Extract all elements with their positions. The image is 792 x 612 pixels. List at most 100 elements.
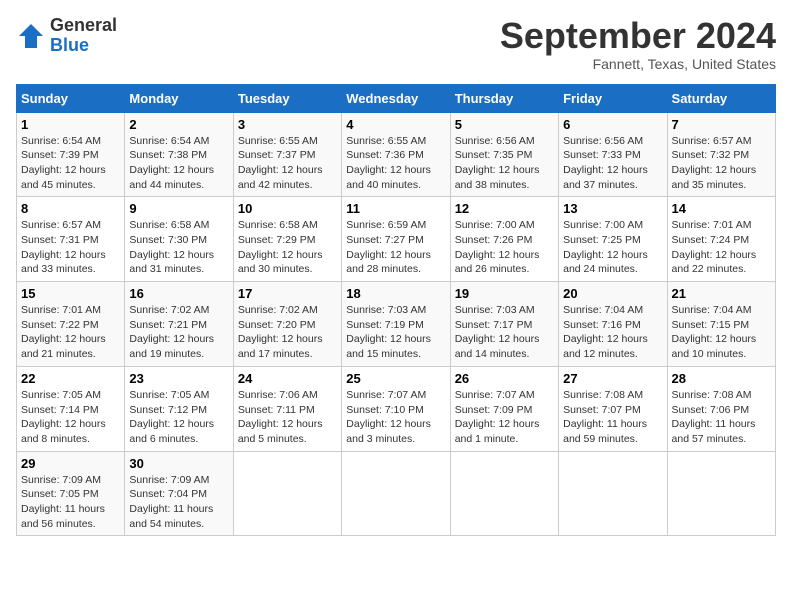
day-number: 4 (346, 117, 445, 132)
day-info: Sunrise: 7:05 AM Sunset: 7:14 PM Dayligh… (21, 388, 120, 447)
calendar-cell: 6 Sunrise: 6:56 AM Sunset: 7:33 PM Daylig… (559, 112, 667, 197)
day-info: Sunrise: 7:06 AM Sunset: 7:11 PM Dayligh… (238, 388, 337, 447)
week-row-2: 8Sunrise: 6:57 AM Sunset: 7:31 PM Daylig… (17, 197, 776, 282)
day-number: 10 (238, 201, 337, 216)
logo-icon (16, 21, 46, 51)
calendar-cell (559, 451, 667, 536)
calendar-cell: 10Sunrise: 6:58 AM Sunset: 7:29 PM Dayli… (233, 197, 341, 282)
calendar-cell: 13Sunrise: 7:00 AM Sunset: 7:25 PM Dayli… (559, 197, 667, 282)
day-number: 13 (563, 201, 662, 216)
day-info: Sunrise: 6:54 AM Sunset: 7:38 PM Dayligh… (129, 134, 228, 193)
day-info: Sunrise: 6:56 AM Sunset: 7:35 PM Dayligh… (455, 134, 554, 193)
calendar-cell: 15Sunrise: 7:01 AM Sunset: 7:22 PM Dayli… (17, 282, 125, 367)
day-number: 30 (129, 456, 228, 471)
day-number: 3 (238, 117, 337, 132)
week-row-4: 22 Sunrise: 7:05 AM Sunset: 7:14 PM Dayli… (17, 366, 776, 451)
calendar-cell (450, 451, 558, 536)
day-info: Sunrise: 6:55 AM Sunset: 7:36 PM Dayligh… (346, 134, 445, 193)
calendar-cell: 4 Sunrise: 6:55 AM Sunset: 7:36 PM Daylig… (342, 112, 450, 197)
calendar-cell: 25 Sunrise: 7:07 AM Sunset: 7:10 PM Dayli… (342, 366, 450, 451)
calendar-table: SundayMondayTuesdayWednesdayThursdayFrid… (16, 84, 776, 537)
calendar-cell: 22 Sunrise: 7:05 AM Sunset: 7:14 PM Dayli… (17, 366, 125, 451)
day-info: Sunrise: 7:09 AM Sunset: 7:05 PM Dayligh… (21, 473, 120, 532)
day-info: Sunrise: 7:03 AM Sunset: 7:17 PM Dayligh… (455, 303, 554, 362)
day-number: 27 (563, 371, 662, 386)
weekday-header-saturday: Saturday (667, 84, 775, 112)
day-info: Sunrise: 7:01 AM Sunset: 7:24 PM Dayligh… (672, 218, 771, 277)
calendar-cell: 11 Sunrise: 6:59 AM Sunset: 7:27 PM Dayli… (342, 197, 450, 282)
day-number: 19 (455, 286, 554, 301)
day-info: Sunrise: 7:04 AM Sunset: 7:15 PM Dayligh… (672, 303, 771, 362)
week-row-1: 1Sunrise: 6:54 AM Sunset: 7:39 PM Daylig… (17, 112, 776, 197)
weekday-header-sunday: Sunday (17, 84, 125, 112)
day-info: Sunrise: 6:57 AM Sunset: 7:32 PM Dayligh… (672, 134, 771, 193)
day-info: Sunrise: 7:02 AM Sunset: 7:21 PM Dayligh… (129, 303, 228, 362)
day-number: 28 (672, 371, 771, 386)
calendar-cell: 9Sunrise: 6:58 AM Sunset: 7:30 PM Daylig… (125, 197, 233, 282)
day-number: 21 (672, 286, 771, 301)
day-number: 20 (563, 286, 662, 301)
day-number: 2 (129, 117, 228, 132)
calendar-cell: 21 Sunrise: 7:04 AM Sunset: 7:15 PM Dayli… (667, 282, 775, 367)
calendar-cell: 30 Sunrise: 7:09 AM Sunset: 7:04 PM Dayli… (125, 451, 233, 536)
calendar-cell: 16 Sunrise: 7:02 AM Sunset: 7:21 PM Dayli… (125, 282, 233, 367)
day-number: 12 (455, 201, 554, 216)
day-info: Sunrise: 7:08 AM Sunset: 7:07 PM Dayligh… (563, 388, 662, 447)
calendar-cell: 7Sunrise: 6:57 AM Sunset: 7:32 PM Daylig… (667, 112, 775, 197)
day-number: 25 (346, 371, 445, 386)
day-info: Sunrise: 7:00 AM Sunset: 7:26 PM Dayligh… (455, 218, 554, 277)
calendar-cell: 19 Sunrise: 7:03 AM Sunset: 7:17 PM Dayli… (450, 282, 558, 367)
day-number: 14 (672, 201, 771, 216)
day-info: Sunrise: 7:09 AM Sunset: 7:04 PM Dayligh… (129, 473, 228, 532)
calendar-cell: 18 Sunrise: 7:03 AM Sunset: 7:19 PM Dayli… (342, 282, 450, 367)
calendar-cell: 29 Sunrise: 7:09 AM Sunset: 7:05 PM Dayli… (17, 451, 125, 536)
day-number: 11 (346, 201, 445, 216)
day-number: 29 (21, 456, 120, 471)
day-info: Sunrise: 7:02 AM Sunset: 7:20 PM Dayligh… (238, 303, 337, 362)
calendar-cell: 26 Sunrise: 7:07 AM Sunset: 7:09 PM Dayli… (450, 366, 558, 451)
title-block: September 2024 Fannett, Texas, United St… (500, 16, 776, 72)
day-info: Sunrise: 7:05 AM Sunset: 7:12 PM Dayligh… (129, 388, 228, 447)
day-info: Sunrise: 7:03 AM Sunset: 7:19 PM Dayligh… (346, 303, 445, 362)
day-info: Sunrise: 6:59 AM Sunset: 7:27 PM Dayligh… (346, 218, 445, 277)
day-number: 26 (455, 371, 554, 386)
day-number: 1 (21, 117, 120, 132)
day-number: 24 (238, 371, 337, 386)
month-title: September 2024 (500, 16, 776, 56)
day-info: Sunrise: 7:08 AM Sunset: 7:06 PM Dayligh… (672, 388, 771, 447)
calendar-cell: 14 Sunrise: 7:01 AM Sunset: 7:24 PM Dayli… (667, 197, 775, 282)
calendar-cell: 17 Sunrise: 7:02 AM Sunset: 7:20 PM Dayli… (233, 282, 341, 367)
week-row-5: 29 Sunrise: 7:09 AM Sunset: 7:05 PM Dayli… (17, 451, 776, 536)
day-info: Sunrise: 7:04 AM Sunset: 7:16 PM Dayligh… (563, 303, 662, 362)
day-number: 17 (238, 286, 337, 301)
day-number: 22 (21, 371, 120, 386)
day-info: Sunrise: 7:07 AM Sunset: 7:09 PM Dayligh… (455, 388, 554, 447)
day-info: Sunrise: 7:07 AM Sunset: 7:10 PM Dayligh… (346, 388, 445, 447)
day-number: 6 (563, 117, 662, 132)
calendar-cell (667, 451, 775, 536)
calendar-cell: 20 Sunrise: 7:04 AM Sunset: 7:16 PM Dayli… (559, 282, 667, 367)
page-header: General Blue September 2024 Fannett, Tex… (16, 16, 776, 72)
weekday-header-thursday: Thursday (450, 84, 558, 112)
calendar-cell: 12 Sunrise: 7:00 AM Sunset: 7:26 PM Dayli… (450, 197, 558, 282)
calendar-cell: 23 Sunrise: 7:05 AM Sunset: 7:12 PM Dayli… (125, 366, 233, 451)
day-info: Sunrise: 6:55 AM Sunset: 7:37 PM Dayligh… (238, 134, 337, 193)
logo-general-text: General (50, 15, 117, 35)
day-number: 9 (129, 201, 228, 216)
day-number: 16 (129, 286, 228, 301)
calendar-cell: 5Sunrise: 6:56 AM Sunset: 7:35 PM Daylig… (450, 112, 558, 197)
logo-blue-text: Blue (50, 35, 89, 55)
weekday-header-monday: Monday (125, 84, 233, 112)
calendar-cell: 24 Sunrise: 7:06 AM Sunset: 7:11 PM Dayli… (233, 366, 341, 451)
calendar-cell: 27 Sunrise: 7:08 AM Sunset: 7:07 PM Dayli… (559, 366, 667, 451)
calendar-cell: 1Sunrise: 6:54 AM Sunset: 7:39 PM Daylig… (17, 112, 125, 197)
calendar-cell: 2 Sunrise: 6:54 AM Sunset: 7:38 PM Daylig… (125, 112, 233, 197)
day-number: 23 (129, 371, 228, 386)
day-number: 18 (346, 286, 445, 301)
calendar-cell (342, 451, 450, 536)
day-info: Sunrise: 6:56 AM Sunset: 7:33 PM Dayligh… (563, 134, 662, 193)
logo: General Blue (16, 16, 117, 56)
calendar-cell: 8Sunrise: 6:57 AM Sunset: 7:31 PM Daylig… (17, 197, 125, 282)
location: Fannett, Texas, United States (500, 56, 776, 72)
weekday-header-friday: Friday (559, 84, 667, 112)
